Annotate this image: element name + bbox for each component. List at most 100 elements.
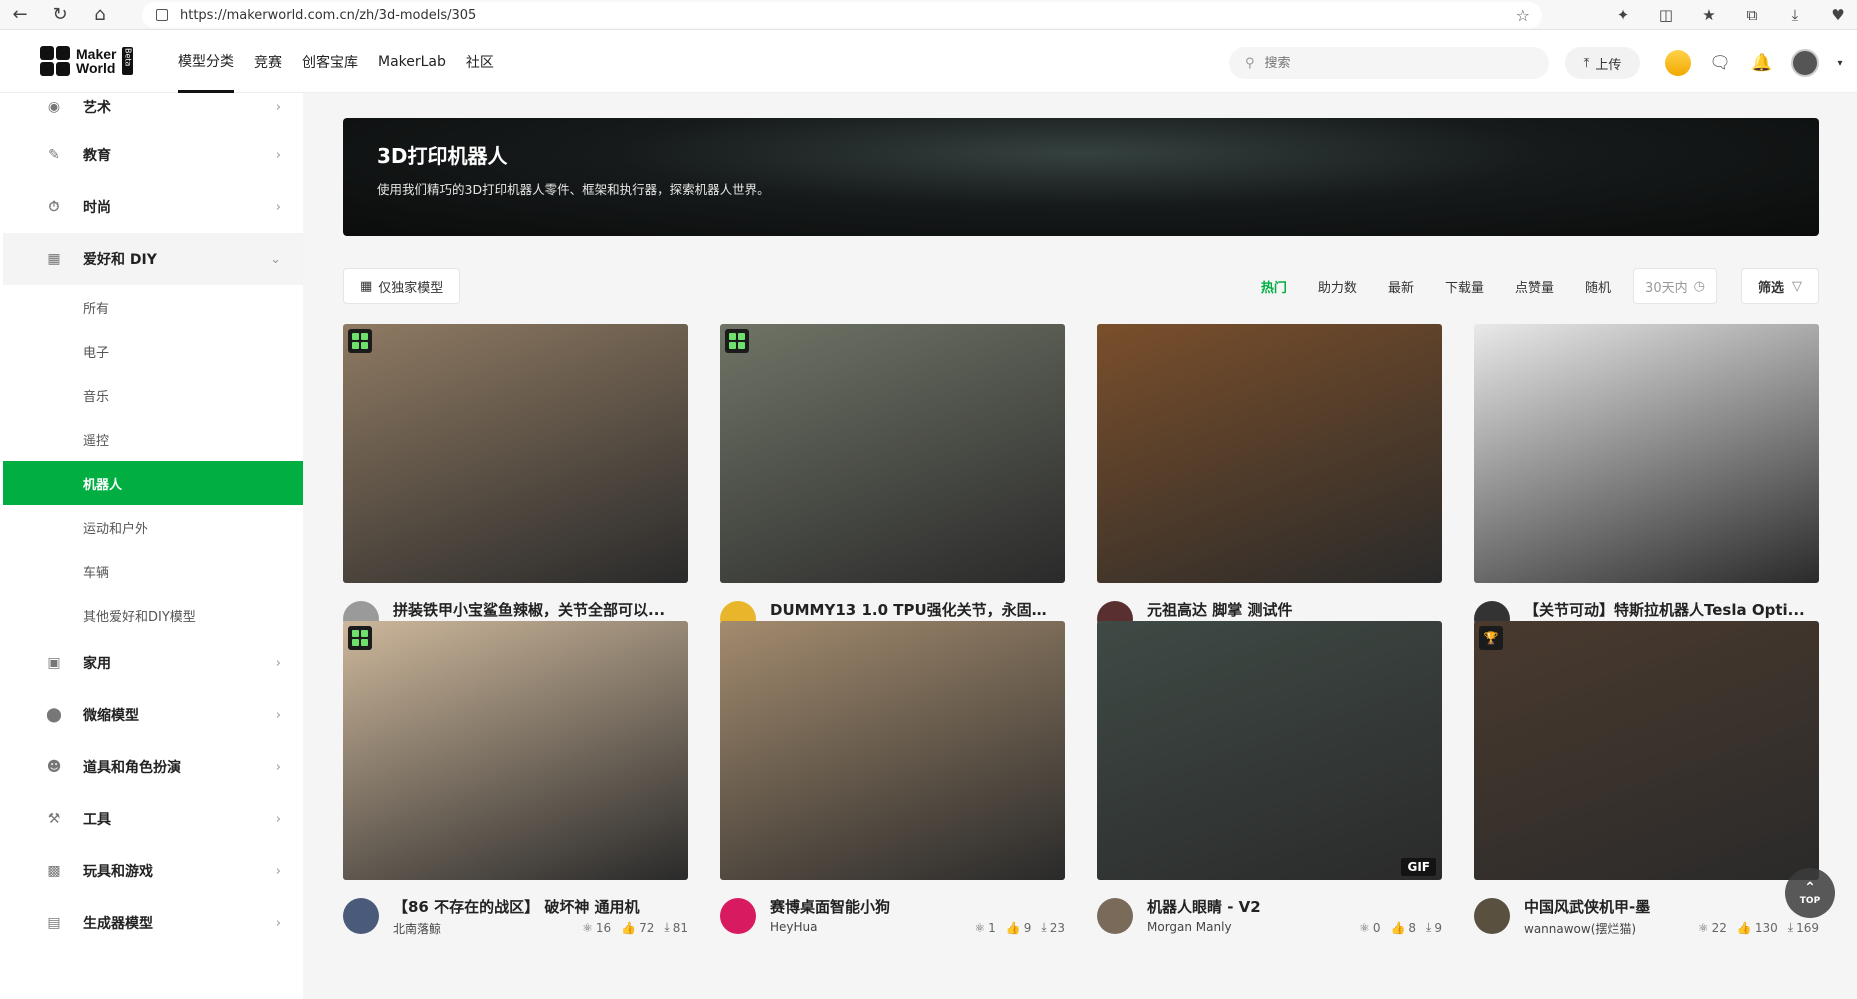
- sort-tab-random[interactable]: 随机: [1585, 277, 1611, 296]
- model-title[interactable]: 赛博桌面智能小狗: [770, 896, 1060, 917]
- exclusive-only-button[interactable]: ▦ 仅独家模型: [343, 268, 461, 304]
- chevron-right-icon: ›: [275, 707, 281, 723]
- nav-maker-treasury[interactable]: 创客宝库: [302, 31, 358, 93]
- favorite-star-icon[interactable]: ☆: [1516, 6, 1530, 25]
- sort-tab-boosts[interactable]: 助力数: [1318, 277, 1357, 296]
- sidebar-sub-vehicles[interactable]: 车辆: [3, 549, 303, 593]
- model-card[interactable]: 【86 不存在的战区】 破坏神 通用机 北南落鲸 ⚛ 16 👍 72 ⤓ 81: [343, 621, 688, 936]
- reload-icon[interactable]: ↻: [40, 0, 80, 30]
- sort-tab-newest[interactable]: 最新: [1388, 277, 1414, 296]
- collections-icon[interactable]: ⧉: [1741, 6, 1763, 24]
- model-card[interactable]: 🏆 中国风武侠机甲-墨 wannawow(摆烂猫) ⚛ 22 👍 130 ⤓ 169: [1474, 621, 1819, 936]
- model-title[interactable]: DUMMY13 1.0 TPU强化关节，永固不...: [770, 599, 1060, 620]
- model-title[interactable]: 机器人眼睛 - V2: [1147, 896, 1437, 917]
- filter-button[interactable]: 筛选 ▽: [1741, 268, 1819, 304]
- back-to-top-button[interactable]: ⌃ TOP: [1785, 868, 1835, 918]
- sort-tab-downloads[interactable]: 下载量: [1445, 277, 1484, 296]
- sidebar-item-label: 道具和角色扮演: [83, 760, 181, 776]
- model-title[interactable]: 中国风武侠机甲-墨: [1524, 896, 1814, 917]
- author-avatar[interactable]: [1097, 898, 1133, 934]
- author-avatar[interactable]: [343, 898, 379, 934]
- upload-button[interactable]: ⤒ 上传: [1565, 47, 1640, 79]
- sidebar-item-tools[interactable]: ⚒ 工具 ›: [3, 793, 303, 845]
- sidebar-item-props-cosplay[interactable]: ☻ 道具和角色扮演 ›: [3, 741, 303, 793]
- model-title[interactable]: 拼装铁甲小宝鲨鱼辣椒，关节全部可以...: [393, 599, 683, 620]
- sidebar-sub-other[interactable]: 其他爱好和DIY模型: [3, 593, 303, 637]
- sidebar-item-hobby-diy[interactable]: ▦ 爱好和 DIY ⌄: [3, 233, 303, 285]
- sidebar-item-fashion[interactable]: ⏱ 时尚 ›: [3, 181, 303, 233]
- sidebar-sub-robots[interactable]: 机器人: [3, 461, 303, 505]
- author-name[interactable]: 北南落鲸: [393, 920, 441, 937]
- like-count: 72: [639, 920, 655, 935]
- boost-icon: ⚛: [974, 920, 986, 935]
- model-thumbnail[interactable]: 🏆: [1474, 621, 1819, 880]
- model-thumbnail[interactable]: [1474, 324, 1819, 583]
- address-bar[interactable]: https://makerworld.com.cn/zh/3d-models/3…: [142, 2, 1542, 28]
- model-thumbnail[interactable]: [343, 621, 688, 880]
- author-name[interactable]: wannawow(摆烂猫): [1524, 920, 1636, 937]
- chevron-right-icon: ›: [275, 199, 281, 215]
- nav-contests[interactable]: 竞赛: [254, 31, 282, 93]
- model-thumbnail[interactable]: [343, 324, 688, 583]
- sidebar-sub-music[interactable]: 音乐: [3, 373, 303, 417]
- beta-badge: Beta: [122, 47, 134, 75]
- downloads-icon[interactable]: ⤓: [1784, 6, 1806, 24]
- sort-tab-likes[interactable]: 点赞量: [1515, 277, 1554, 296]
- wrench-icon: ⚒: [47, 811, 61, 827]
- nav-makerlab[interactable]: MakerLab: [378, 31, 446, 93]
- sidebar-item-education[interactable]: ✎ 教育 ›: [3, 129, 303, 181]
- makerworld-logo[interactable]: Maker World Beta: [40, 46, 134, 76]
- author-avatar[interactable]: [720, 898, 756, 934]
- sort-tab-popular[interactable]: 热门: [1261, 277, 1287, 296]
- sidebar-sub-sports[interactable]: 运动和户外: [3, 505, 303, 549]
- bell-icon[interactable]: 🔔: [1749, 50, 1775, 76]
- sidebar-sub-rc[interactable]: 遥控: [3, 417, 303, 461]
- model-card[interactable]: 元祖高达 脚掌 测试件 女人都爱贝吉塔 ⚛11 👍12 ⤓1: [1097, 324, 1442, 639]
- favorites-icon[interactable]: ★: [1698, 6, 1720, 24]
- model-card[interactable]: 【关节可动】特斯拉机器人Tesla Opti... 龍3D工作室 ⚛8 👍11 …: [1474, 324, 1819, 639]
- author-avatar[interactable]: [1474, 898, 1510, 934]
- period-select[interactable]: 30天内 ◷: [1633, 268, 1717, 304]
- message-icon[interactable]: 🗨: [1707, 50, 1733, 76]
- model-card[interactable]: DUMMY13 1.0 TPU强化关节，永固不... luu0898 ⚛7 👍2…: [720, 324, 1065, 638]
- nav-community[interactable]: 社区: [466, 31, 494, 93]
- model-thumbnail[interactable]: [720, 324, 1065, 583]
- chevron-down-icon[interactable]: ▾: [1835, 50, 1845, 76]
- model-thumbnail[interactable]: GIF: [1097, 621, 1442, 880]
- filter-label: 筛选: [1757, 280, 1784, 296]
- sidebar-item-household[interactable]: ▣ 家用 ›: [3, 637, 303, 689]
- exclusive-icon: ▦: [360, 278, 373, 294]
- user-avatar[interactable]: [1791, 49, 1819, 77]
- sidebar-item-generators[interactable]: ▤ 生成器模型 ›: [3, 897, 303, 949]
- sidebar-item-art[interactable]: ◉ 艺术 ›: [3, 93, 303, 129]
- split-screen-icon[interactable]: ◫: [1655, 6, 1677, 24]
- model-title[interactable]: 元祖高达 脚掌 测试件: [1147, 599, 1437, 620]
- banner-title: 3D打印机器人: [377, 144, 508, 168]
- building-icon: ▣: [47, 655, 61, 671]
- chevron-right-icon: ›: [275, 99, 281, 115]
- back-icon[interactable]: ←: [0, 0, 40, 30]
- chevron-down-icon: ⌄: [270, 251, 281, 267]
- browser-essentials-icon[interactable]: ♥: [1827, 6, 1849, 24]
- model-card[interactable]: 赛博桌面智能小狗 HeyHua ⚛ 1 👍 9 ⤓ 23: [720, 621, 1065, 935]
- nav-model-categories[interactable]: 模型分类: [178, 31, 234, 93]
- model-card[interactable]: 拼装铁甲小宝鲨鱼辣椒，关节全部可以... 玛卡巴卡 ⚛47 👍118 ⤓197: [343, 324, 688, 639]
- model-title[interactable]: 【86 不存在的战区】 破坏神 通用机: [393, 896, 683, 917]
- sidebar-item-toys-games[interactable]: ▩ 玩具和游戏 ›: [3, 845, 303, 897]
- model-card[interactable]: GIF 机器人眼睛 - V2 Morgan Manly ⚛ 0 👍 8 ⤓ 9: [1097, 621, 1442, 935]
- sidebar-item-label: 艺术: [83, 100, 111, 116]
- author-name[interactable]: HeyHua: [770, 920, 818, 934]
- sidebar-sub-electronics[interactable]: 电子: [3, 329, 303, 373]
- author-name[interactable]: Morgan Manly: [1147, 920, 1232, 934]
- boost-icon: ⚛: [1359, 920, 1370, 935]
- extensions-icon[interactable]: ✦: [1612, 6, 1634, 24]
- sidebar-item-miniatures[interactable]: ⬤ 微缩模型 ›: [3, 689, 303, 741]
- model-thumbnail[interactable]: [1097, 324, 1442, 583]
- model-title[interactable]: 【关节可动】特斯拉机器人Tesla Opti...: [1524, 599, 1814, 620]
- site-header: Maker World Beta 模型分类 竞赛 创客宝库 MakerLab 社…: [0, 31, 1857, 93]
- model-thumbnail[interactable]: [720, 621, 1065, 880]
- search-input[interactable]: [1264, 55, 1505, 71]
- home-icon[interactable]: ⌂: [80, 0, 120, 30]
- coin-icon[interactable]: [1665, 50, 1691, 76]
- sidebar-sub-all[interactable]: 所有: [3, 285, 303, 329]
